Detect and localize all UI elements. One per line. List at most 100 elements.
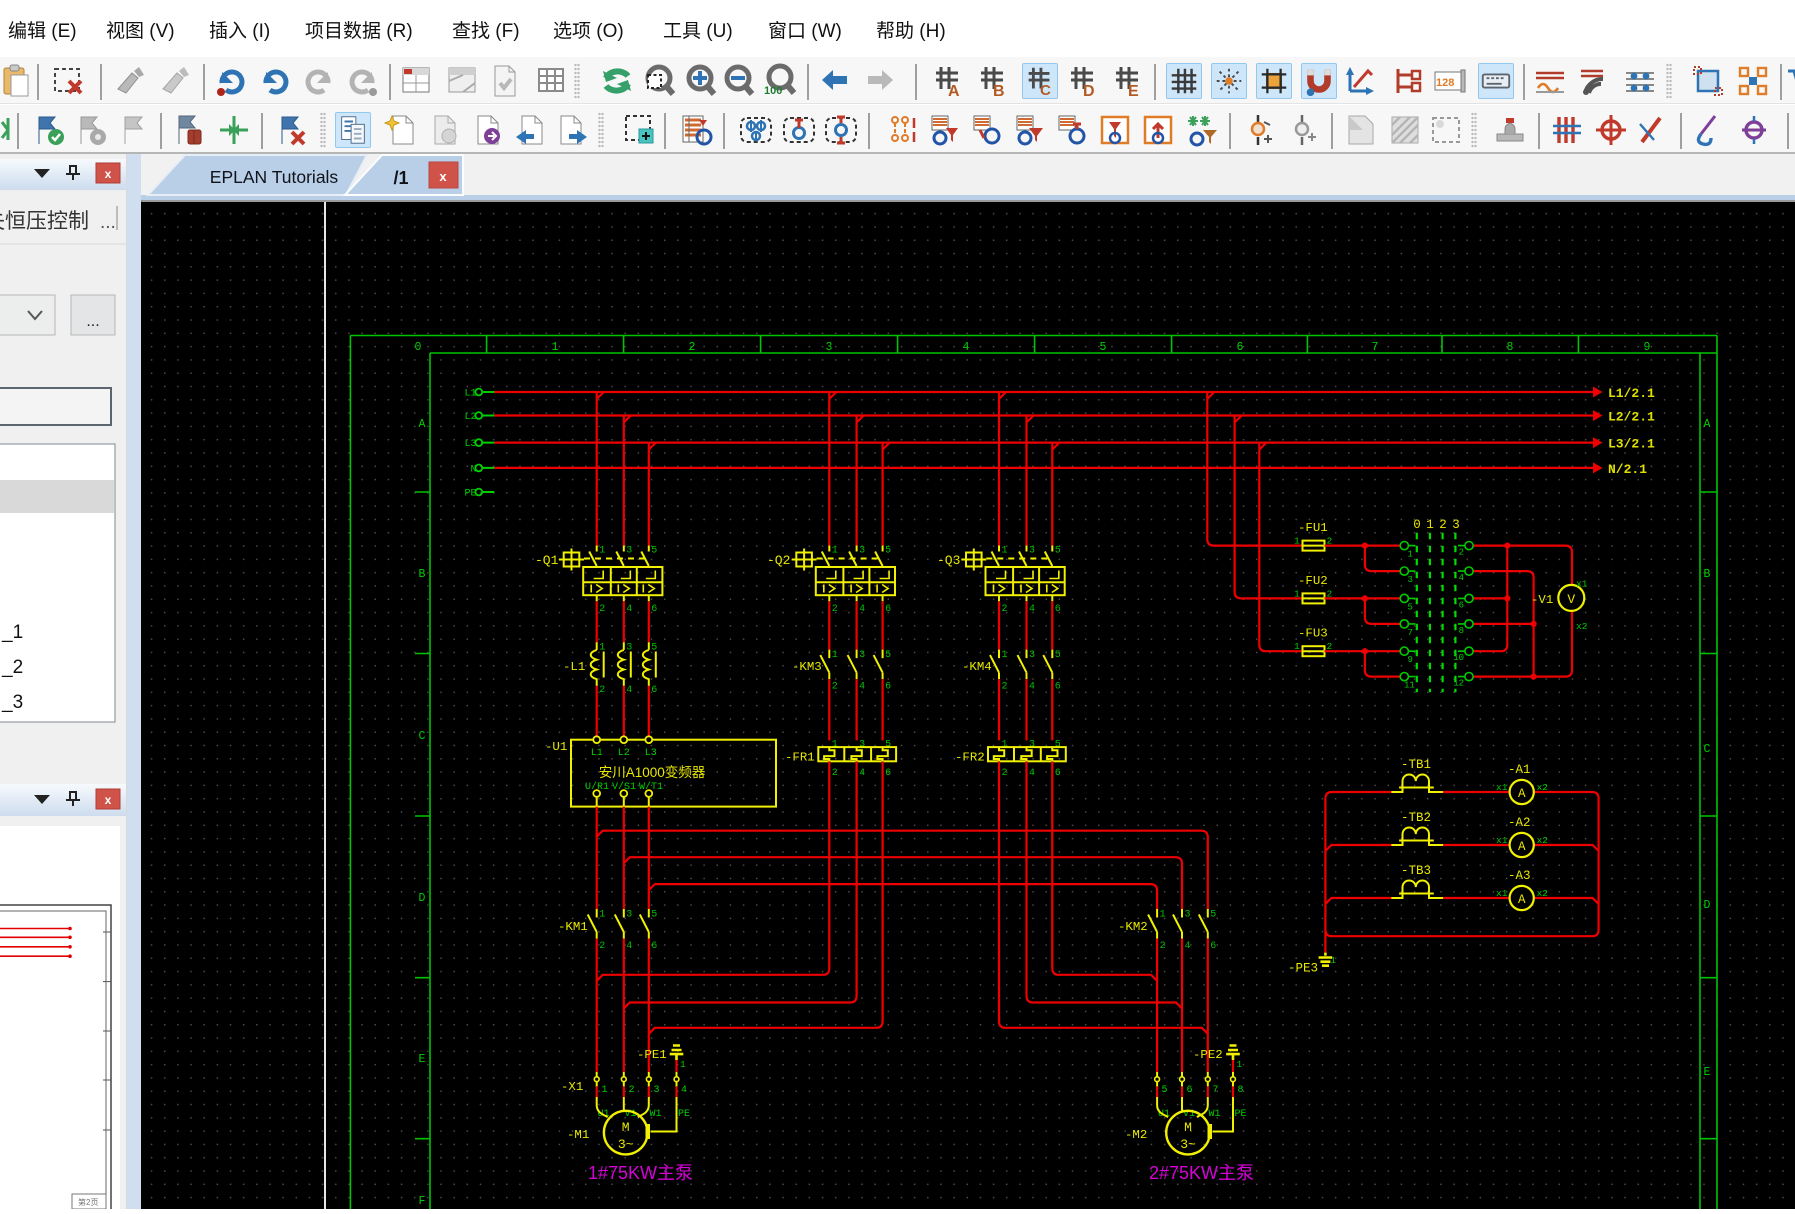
svg-text:PE: PE bbox=[1235, 1109, 1247, 1120]
svg-text:_1: _1 bbox=[1, 622, 23, 643]
svg-text:x2: x2 bbox=[1537, 888, 1549, 899]
svg-text:5: 5 bbox=[1055, 546, 1061, 557]
svg-text:5: 5 bbox=[885, 740, 891, 751]
svg-text:W1: W1 bbox=[1209, 1109, 1221, 1120]
svg-text:L1/2.1: L1/2.1 bbox=[1608, 386, 1655, 401]
svg-text:2: 2 bbox=[1160, 941, 1166, 952]
svg-text:U/R1: U/R1 bbox=[585, 781, 609, 793]
svg-text:-FU2: -FU2 bbox=[1298, 574, 1328, 588]
svg-text:3: 3 bbox=[626, 910, 632, 921]
svg-text:8: 8 bbox=[1459, 626, 1464, 636]
svg-text:第2页: 第2页 bbox=[78, 1197, 98, 1207]
svg-text:x2: x2 bbox=[1576, 621, 1588, 632]
svg-text:2: 2 bbox=[1459, 548, 1464, 558]
svg-text:1: 1 bbox=[1160, 910, 1166, 921]
svg-text:B: B bbox=[1704, 568, 1711, 581]
svg-text:4: 4 bbox=[859, 768, 865, 779]
svg-text:-TB2: -TB2 bbox=[1401, 811, 1431, 825]
svg-text:1: 1 bbox=[599, 546, 605, 557]
svg-text:100: 100 bbox=[764, 85, 782, 97]
svg-text:4: 4 bbox=[626, 604, 632, 615]
svg-text:N/2.1: N/2.1 bbox=[1608, 462, 1647, 477]
svg-text:-M2: -M2 bbox=[1125, 1128, 1147, 1142]
svg-text:1: 1 bbox=[1426, 518, 1434, 532]
svg-text:5: 5 bbox=[1100, 341, 1107, 354]
svg-text:A: A bbox=[1518, 840, 1526, 854]
svg-text:128: 128 bbox=[1436, 77, 1454, 89]
svg-text:5: 5 bbox=[1210, 910, 1216, 921]
svg-text:3: 3 bbox=[626, 546, 632, 557]
svg-text:5: 5 bbox=[1055, 740, 1061, 751]
svg-text:7: 7 bbox=[1372, 341, 1379, 354]
svg-text:-KM2: -KM2 bbox=[1118, 920, 1148, 934]
svg-text:W/T1: W/T1 bbox=[639, 781, 663, 793]
svg-text:8: 8 bbox=[1507, 341, 1514, 354]
svg-text:C: C bbox=[1704, 743, 1711, 756]
svg-text:-A1: -A1 bbox=[1508, 763, 1531, 777]
svg-text:6: 6 bbox=[651, 604, 657, 615]
svg-text:/1: /1 bbox=[393, 168, 408, 188]
svg-text:1: 1 bbox=[680, 1059, 686, 1070]
svg-text:4: 4 bbox=[859, 682, 865, 693]
svg-text:2: 2 bbox=[599, 685, 605, 696]
svg-text:A: A bbox=[1518, 893, 1526, 907]
svg-text:1: 1 bbox=[1408, 550, 1413, 560]
svg-text:x: x bbox=[439, 169, 447, 184]
svg-text:3: 3 bbox=[859, 546, 865, 557]
svg-text:3~: 3~ bbox=[618, 1137, 634, 1152]
svg-text:3: 3 bbox=[826, 341, 833, 354]
svg-text:-TB1: -TB1 bbox=[1401, 758, 1431, 772]
svg-text:8: 8 bbox=[1238, 1085, 1244, 1096]
svg-text:-FU1: -FU1 bbox=[1298, 521, 1328, 535]
svg-text:L3: L3 bbox=[645, 748, 657, 759]
svg-text:A: A bbox=[1518, 787, 1526, 801]
svg-text:6: 6 bbox=[885, 682, 891, 693]
svg-text:9: 9 bbox=[1644, 341, 1651, 354]
svg-text:失恒压控制: 失恒压控制 bbox=[0, 210, 89, 233]
svg-text:x2: x2 bbox=[1537, 782, 1549, 793]
svg-text:3: 3 bbox=[1029, 650, 1035, 661]
svg-text:-FU3: -FU3 bbox=[1298, 627, 1328, 641]
svg-text:2: 2 bbox=[832, 768, 838, 779]
svg-text:4: 4 bbox=[1185, 941, 1191, 952]
svg-text:PE: PE bbox=[464, 489, 476, 500]
svg-text:3: 3 bbox=[859, 740, 865, 751]
svg-text:0: 0 bbox=[415, 341, 422, 354]
svg-text:4: 4 bbox=[1029, 682, 1035, 693]
svg-text:6: 6 bbox=[1055, 768, 1061, 779]
svg-text:E: E bbox=[419, 1053, 426, 1066]
svg-text:B: B bbox=[993, 83, 1005, 99]
svg-text:L2: L2 bbox=[464, 412, 476, 423]
svg-text:5: 5 bbox=[885, 650, 891, 661]
svg-text:2: 2 bbox=[599, 604, 605, 615]
svg-text:1: 1 bbox=[552, 341, 559, 354]
svg-text:4: 4 bbox=[1029, 768, 1035, 779]
svg-text:9: 9 bbox=[1408, 655, 1413, 665]
svg-text:A: A bbox=[1704, 418, 1711, 431]
svg-text:6: 6 bbox=[1187, 1085, 1193, 1096]
svg-text:2: 2 bbox=[832, 682, 838, 693]
svg-text:3: 3 bbox=[1029, 546, 1035, 557]
svg-text:3: 3 bbox=[1452, 518, 1460, 532]
svg-text:N: N bbox=[470, 464, 476, 475]
svg-text:2: 2 bbox=[689, 341, 696, 354]
svg-text:11: 11 bbox=[1404, 681, 1415, 691]
svg-text:-TB3: -TB3 bbox=[1401, 864, 1431, 878]
svg-text:4: 4 bbox=[626, 941, 632, 952]
svg-text:3: 3 bbox=[1185, 910, 1191, 921]
svg-text:V: V bbox=[1567, 592, 1575, 607]
svg-text:3~: 3~ bbox=[1180, 1137, 1196, 1152]
svg-text:4: 4 bbox=[681, 1085, 687, 1096]
svg-text:-KM1: -KM1 bbox=[558, 920, 588, 934]
svg-text:1: 1 bbox=[602, 1085, 608, 1096]
svg-text:1#75KW主泵: 1#75KW主泵 bbox=[588, 1163, 693, 1183]
svg-text:4: 4 bbox=[963, 341, 970, 354]
svg-text:1: 1 bbox=[1294, 641, 1300, 652]
svg-text:x1: x1 bbox=[1496, 835, 1508, 846]
svg-text:3: 3 bbox=[654, 1085, 660, 1096]
svg-text:5: 5 bbox=[1162, 1085, 1168, 1096]
svg-text:1: 1 bbox=[1002, 650, 1008, 661]
svg-text:x2: x2 bbox=[1537, 835, 1549, 846]
svg-text:-KM4: -KM4 bbox=[962, 660, 992, 674]
svg-text:2: 2 bbox=[832, 604, 838, 615]
